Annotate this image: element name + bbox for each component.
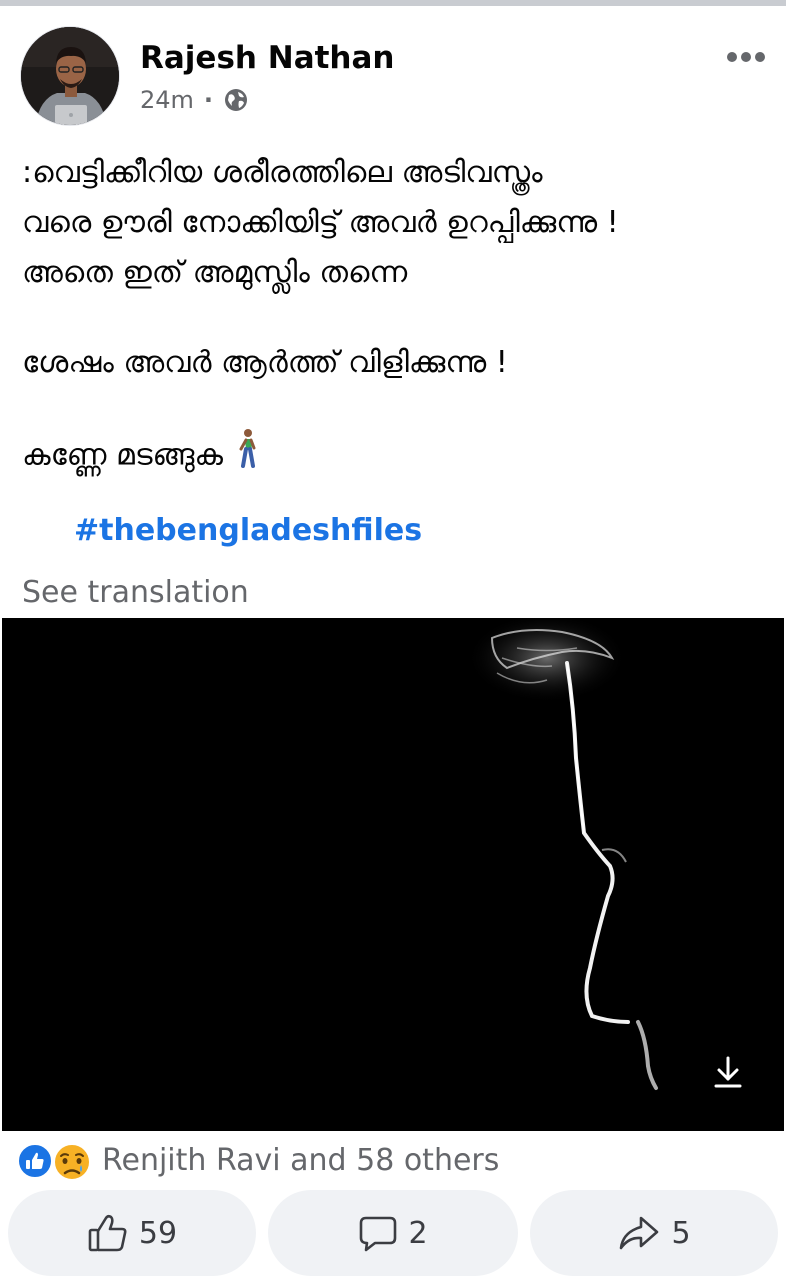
globe-icon[interactable] — [223, 87, 249, 113]
reaction-icons — [16, 1140, 94, 1182]
avatar-photo — [21, 27, 119, 125]
post-text-line-last: കണ്ണേ മടങ്ങുക — [22, 428, 772, 478]
author-name[interactable]: Rajesh Nathan — [140, 40, 395, 76]
share-arrow-icon — [620, 1216, 659, 1250]
face-profile-silhouette — [467, 618, 658, 1090]
like-button[interactable]: 59 — [8, 1190, 256, 1276]
meta-separator: · — [203, 86, 214, 114]
post-image[interactable] — [2, 618, 784, 1131]
share-button[interactable]: 5 — [530, 1190, 778, 1276]
person-walking-emoji — [235, 428, 259, 484]
post-meta: 24m · — [140, 84, 249, 116]
hashtag-link[interactable]: #thebengladeshfiles — [74, 513, 422, 548]
post-text-line: അതെ ഇത് അമുസ്ലിം തന്നെ — [22, 255, 408, 290]
more-options-icon[interactable] — [722, 38, 770, 76]
post-timestamp[interactable]: 24m — [140, 86, 194, 114]
post-text-fragment: കണ്ണേ മടങ്ങുക — [22, 437, 223, 473]
like-count: 59 — [138, 1215, 178, 1251]
thumbs-up-icon — [88, 1214, 127, 1252]
post-text-line: :വെട്ടിക്കീറിയ ശരീരത്തിലെ അടിവസ്ത്രം — [22, 155, 543, 190]
author-avatar[interactable] — [20, 26, 120, 126]
comment-button[interactable]: 2 — [268, 1190, 518, 1276]
post-body: :വെട്ടിക്കീറിയ ശരീരത്തിലെ അടിവസ്ത്രം വരെ… — [22, 148, 772, 478]
comment-count: 2 — [408, 1215, 428, 1251]
post-text-line: വരെ ഊരി നോക്കിയിട്ട് അവർ ഉറപ്പിക്കുന്നു … — [22, 205, 619, 240]
reactions-text[interactable]: Renjith Ravi and 58 others — [102, 1143, 499, 1178]
reactions-summary[interactable]: Renjith Ravi and 58 others — [16, 1140, 499, 1182]
download-icon[interactable] — [706, 1050, 750, 1094]
comment-bubble-icon — [360, 1216, 397, 1252]
sad-reaction-icon — [52, 1142, 92, 1182]
post-text-line: ശേഷം അവർ ആർത്ത് വിളിക്കുന്നു ! — [22, 345, 508, 380]
share-count: 5 — [671, 1215, 691, 1251]
top-divider — [0, 0, 786, 6]
like-reaction-icon — [16, 1142, 54, 1180]
see-translation-link[interactable]: See translation — [22, 575, 249, 610]
